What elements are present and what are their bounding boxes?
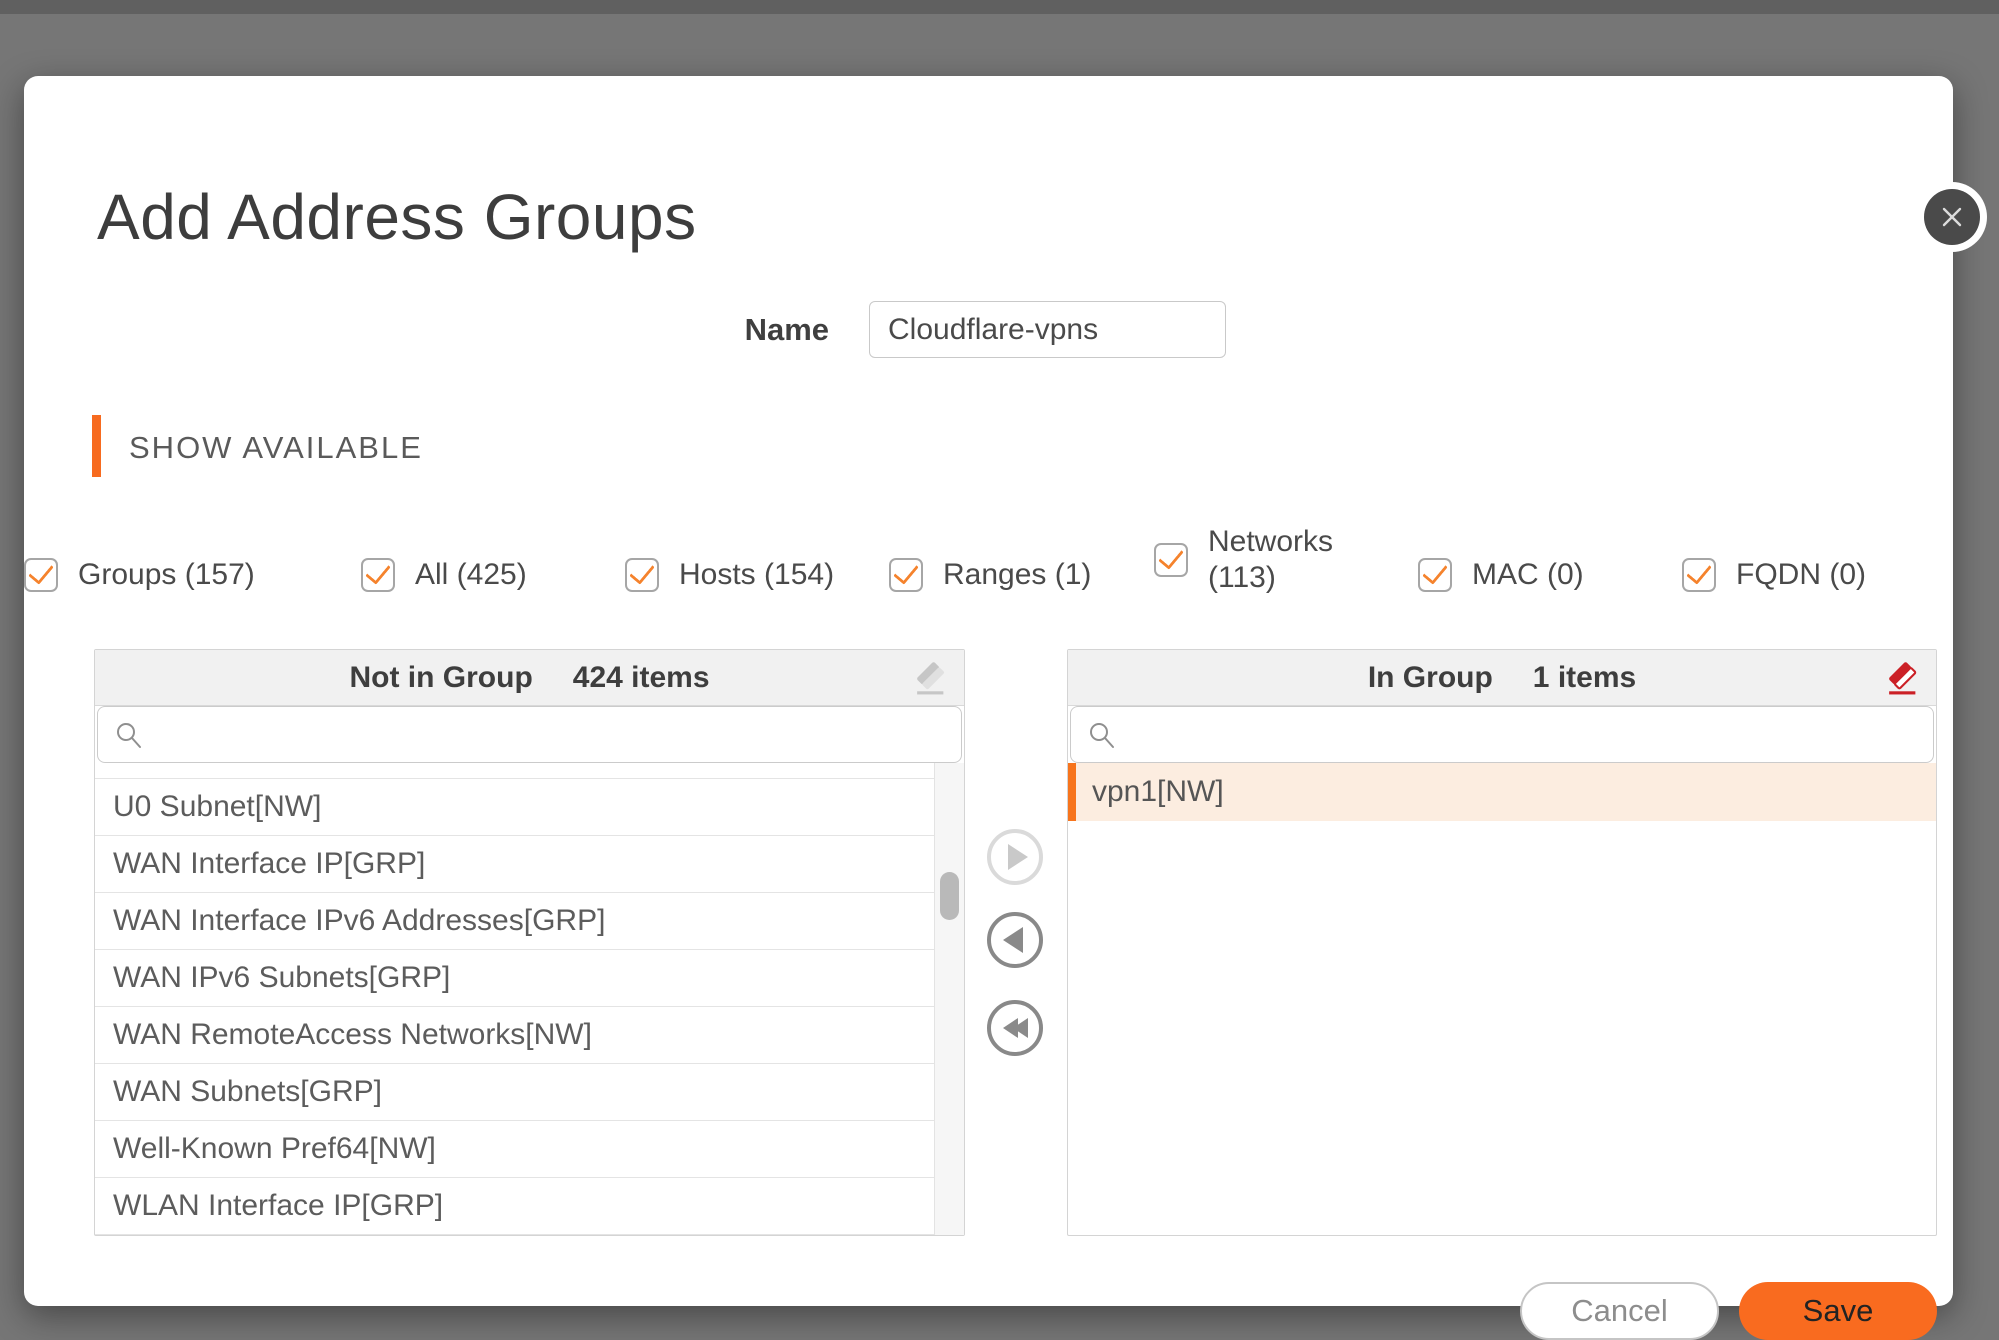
not-in-group-search-input[interactable] — [144, 707, 961, 762]
add-address-groups-dialog: Add Address Groups Name SHOW AVAILABLE A… — [24, 76, 1987, 1340]
checkbox-checked-icon — [1418, 558, 1452, 592]
not-in-group-title: Not in Group — [349, 660, 533, 694]
filter-checkbox-ranges[interactable]: Ranges (1) — [889, 557, 1091, 593]
in-group-title: In Group — [1367, 660, 1493, 694]
checkbox-checked-icon — [24, 558, 58, 592]
move-right-button[interactable] — [987, 829, 1043, 885]
move-all-left-button[interactable] — [987, 1000, 1043, 1056]
dimmed-background: Add Address Groups Name SHOW AVAILABLE A… — [0, 0, 1999, 1340]
filter-label: FQDN (0) — [1736, 558, 1866, 591]
in-group-list: vpn1[NW] — [1068, 763, 1936, 1235]
transfer-button-group — [987, 829, 1043, 1056]
filter-checkbox-fqdn[interactable]: FQDN (0) — [1682, 557, 1866, 593]
filter-label: Groups (157) — [78, 558, 255, 591]
group-name-input[interactable] — [869, 301, 1226, 358]
in-group-search-input[interactable] — [1117, 707, 1933, 762]
eraser-icon-red — [1889, 662, 1917, 695]
move-left-button[interactable] — [987, 912, 1043, 968]
filter-checkbox-mac[interactable]: MAC (0) — [1418, 557, 1584, 593]
arrow-left-icon — [1002, 927, 1023, 953]
search-icon — [1090, 722, 1114, 748]
section-accent-bar — [92, 415, 101, 477]
list-item[interactable]: Well-Known Pref64[NW] — [95, 1121, 934, 1178]
close-button[interactable] — [1917, 182, 1987, 252]
filter-checkbox-all[interactable]: All (425) — [361, 557, 527, 593]
eraser-icon-disabled — [917, 662, 945, 695]
scrollbar-thumb[interactable] — [940, 872, 959, 920]
checkbox-checked-icon — [361, 558, 395, 592]
list-item[interactable]: WAN IPv6 Subnets[GRP] — [95, 950, 934, 1007]
in-group-header: In Group 1 items — [1068, 650, 1936, 706]
in-group-count: 1 items — [1532, 660, 1637, 694]
search-icon — [117, 722, 141, 748]
arrow-right-icon — [1007, 844, 1028, 870]
section-title: SHOW AVAILABLE — [129, 430, 423, 465]
filter-checkbox-hosts[interactable]: Hosts (154) — [625, 557, 834, 593]
save-button[interactable]: Save — [1739, 1282, 1937, 1340]
list-item[interactable]: WAN Interface IPv6 Addresses[GRP] — [95, 893, 934, 950]
scrollbar-track[interactable] — [934, 763, 964, 1235]
list-item[interactable]: WLAN Interface IP[GRP] — [95, 1178, 934, 1235]
filter-label: MAC (0) — [1472, 558, 1584, 591]
list-item[interactable]: WAN RemoteAccess Networks[NW] — [95, 1007, 934, 1064]
list-item[interactable]: U0 Subnet[NW] — [95, 779, 934, 836]
filter-checkbox-networks[interactable]: Networks (113) — [1154, 524, 1344, 596]
checkbox-checked-icon — [889, 558, 923, 592]
filter-checkbox-groups[interactable]: Groups (157) — [24, 557, 255, 593]
not-in-group-list: U0 Subnet[NW] WAN Interface IP[GRP] WAN … — [95, 763, 964, 1235]
close-icon — [1924, 189, 1980, 245]
clear-not-in-group-button[interactable] — [910, 657, 954, 701]
cancel-button[interactable]: Cancel — [1520, 1282, 1719, 1340]
checkbox-checked-icon — [625, 558, 659, 592]
filter-label: Ranges (1) — [943, 558, 1092, 591]
checkbox-checked-icon — [1682, 558, 1716, 592]
not-in-group-header: Not in Group 424 items — [95, 650, 964, 706]
list-item[interactable]: WAN Interface IP[GRP] — [95, 836, 934, 893]
not-in-group-count: 424 items — [572, 660, 710, 694]
name-label: Name — [744, 312, 829, 347]
clear-in-group-button[interactable] — [1882, 657, 1926, 701]
filter-label: All (425) — [415, 558, 527, 591]
not-in-group-search — [97, 706, 962, 763]
in-group-panel: In Group 1 items vpn1[NW] — [1067, 649, 1937, 1236]
filter-label: Networks (113) — [1208, 525, 1334, 594]
list-item[interactable]: WAN Subnets[GRP] — [95, 1064, 934, 1121]
not-in-group-panel: Not in Group 424 items U0 Subnet[NW] WAN… — [94, 649, 965, 1236]
filter-label: Hosts (154) — [679, 558, 835, 591]
partially-scrolled-row — [95, 763, 934, 779]
checkbox-checked-icon — [1154, 543, 1188, 577]
in-group-search — [1070, 706, 1934, 763]
list-item-selected[interactable]: vpn1[NW] — [1068, 763, 1936, 821]
double-arrow-left-icon — [1002, 1018, 1028, 1038]
dialog-title: Add Address Groups — [97, 181, 697, 253]
